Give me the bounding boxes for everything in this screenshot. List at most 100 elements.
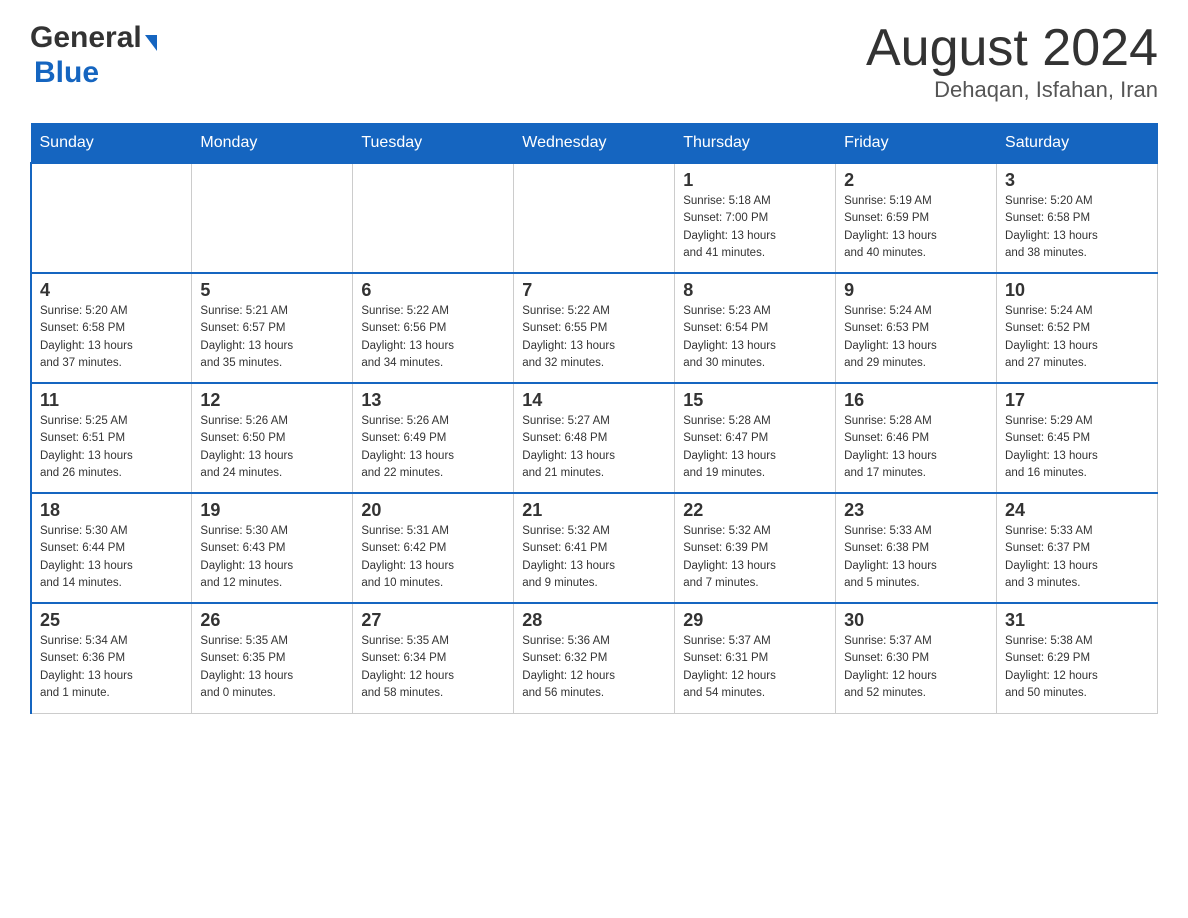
day-number: 26 [200, 610, 344, 631]
calendar-header-thursday: Thursday [675, 124, 836, 164]
day-number: 6 [361, 280, 505, 301]
day-info: Sunrise: 5:22 AMSunset: 6:56 PMDaylight:… [361, 303, 505, 372]
day-info: Sunrise: 5:36 AMSunset: 6:32 PMDaylight:… [522, 633, 666, 702]
logo-area: General Blue [30, 20, 157, 90]
calendar-header-friday: Friday [836, 124, 997, 164]
calendar-cell: 18Sunrise: 5:30 AMSunset: 6:44 PMDayligh… [31, 493, 192, 603]
calendar-cell: 10Sunrise: 5:24 AMSunset: 6:52 PMDayligh… [997, 273, 1158, 383]
calendar-cell: 16Sunrise: 5:28 AMSunset: 6:46 PMDayligh… [836, 383, 997, 493]
calendar-header-saturday: Saturday [997, 124, 1158, 164]
day-info: Sunrise: 5:30 AMSunset: 6:44 PMDaylight:… [40, 523, 183, 592]
calendar-cell: 11Sunrise: 5:25 AMSunset: 6:51 PMDayligh… [31, 383, 192, 493]
calendar-cell: 24Sunrise: 5:33 AMSunset: 6:37 PMDayligh… [997, 493, 1158, 603]
day-number: 13 [361, 390, 505, 411]
day-info: Sunrise: 5:19 AMSunset: 6:59 PMDaylight:… [844, 193, 988, 262]
day-info: Sunrise: 5:18 AMSunset: 7:00 PMDaylight:… [683, 193, 827, 262]
day-info: Sunrise: 5:23 AMSunset: 6:54 PMDaylight:… [683, 303, 827, 372]
calendar-cell: 2Sunrise: 5:19 AMSunset: 6:59 PMDaylight… [836, 163, 997, 273]
day-info: Sunrise: 5:26 AMSunset: 6:49 PMDaylight:… [361, 413, 505, 482]
day-number: 9 [844, 280, 988, 301]
day-number: 20 [361, 500, 505, 521]
month-title: August 2024 [866, 20, 1158, 77]
calendar-cell: 26Sunrise: 5:35 AMSunset: 6:35 PMDayligh… [192, 603, 353, 713]
day-info: Sunrise: 5:29 AMSunset: 6:45 PMDaylight:… [1005, 413, 1149, 482]
day-info: Sunrise: 5:35 AMSunset: 6:35 PMDaylight:… [200, 633, 344, 702]
day-info: Sunrise: 5:24 AMSunset: 6:52 PMDaylight:… [1005, 303, 1149, 372]
day-number: 11 [40, 390, 183, 411]
day-number: 28 [522, 610, 666, 631]
day-number: 10 [1005, 280, 1149, 301]
calendar-header-tuesday: Tuesday [353, 124, 514, 164]
day-info: Sunrise: 5:31 AMSunset: 6:42 PMDaylight:… [361, 523, 505, 592]
week-row-2: 4Sunrise: 5:20 AMSunset: 6:58 PMDaylight… [31, 273, 1158, 383]
calendar-cell: 1Sunrise: 5:18 AMSunset: 7:00 PMDaylight… [675, 163, 836, 273]
day-info: Sunrise: 5:21 AMSunset: 6:57 PMDaylight:… [200, 303, 344, 372]
day-number: 1 [683, 170, 827, 191]
day-info: Sunrise: 5:20 AMSunset: 6:58 PMDaylight:… [40, 303, 183, 372]
logo-general-text: General [30, 21, 142, 54]
day-number: 14 [522, 390, 666, 411]
calendar-cell [192, 163, 353, 273]
calendar-header-row: SundayMondayTuesdayWednesdayThursdayFrid… [31, 124, 1158, 164]
day-info: Sunrise: 5:28 AMSunset: 6:47 PMDaylight:… [683, 413, 827, 482]
logo: General [30, 20, 157, 56]
day-number: 23 [844, 500, 988, 521]
logo-triangle-icon [145, 35, 157, 51]
calendar-cell: 5Sunrise: 5:21 AMSunset: 6:57 PMDaylight… [192, 273, 353, 383]
day-info: Sunrise: 5:25 AMSunset: 6:51 PMDaylight:… [40, 413, 183, 482]
day-number: 3 [1005, 170, 1149, 191]
calendar-table: SundayMondayTuesdayWednesdayThursdayFrid… [30, 123, 1158, 714]
calendar-header-sunday: Sunday [31, 124, 192, 164]
calendar-cell: 6Sunrise: 5:22 AMSunset: 6:56 PMDaylight… [353, 273, 514, 383]
day-number: 30 [844, 610, 988, 631]
location-title: Dehaqan, Isfahan, Iran [866, 77, 1158, 103]
day-number: 29 [683, 610, 827, 631]
day-number: 21 [522, 500, 666, 521]
day-info: Sunrise: 5:33 AMSunset: 6:38 PMDaylight:… [844, 523, 988, 592]
calendar-cell: 7Sunrise: 5:22 AMSunset: 6:55 PMDaylight… [514, 273, 675, 383]
calendar-header-monday: Monday [192, 124, 353, 164]
day-number: 16 [844, 390, 988, 411]
day-number: 7 [522, 280, 666, 301]
day-number: 12 [200, 390, 344, 411]
calendar-cell [353, 163, 514, 273]
day-info: Sunrise: 5:28 AMSunset: 6:46 PMDaylight:… [844, 413, 988, 482]
day-info: Sunrise: 5:32 AMSunset: 6:41 PMDaylight:… [522, 523, 666, 592]
day-info: Sunrise: 5:35 AMSunset: 6:34 PMDaylight:… [361, 633, 505, 702]
week-row-5: 25Sunrise: 5:34 AMSunset: 6:36 PMDayligh… [31, 603, 1158, 713]
calendar-cell: 8Sunrise: 5:23 AMSunset: 6:54 PMDaylight… [675, 273, 836, 383]
day-number: 2 [844, 170, 988, 191]
day-number: 5 [200, 280, 344, 301]
calendar-cell [514, 163, 675, 273]
calendar-cell: 25Sunrise: 5:34 AMSunset: 6:36 PMDayligh… [31, 603, 192, 713]
calendar-cell: 14Sunrise: 5:27 AMSunset: 6:48 PMDayligh… [514, 383, 675, 493]
day-info: Sunrise: 5:38 AMSunset: 6:29 PMDaylight:… [1005, 633, 1149, 702]
logo-blue-text: Blue [30, 56, 99, 90]
day-number: 19 [200, 500, 344, 521]
calendar-cell [31, 163, 192, 273]
calendar-cell: 12Sunrise: 5:26 AMSunset: 6:50 PMDayligh… [192, 383, 353, 493]
day-info: Sunrise: 5:37 AMSunset: 6:30 PMDaylight:… [844, 633, 988, 702]
day-info: Sunrise: 5:30 AMSunset: 6:43 PMDaylight:… [200, 523, 344, 592]
calendar-cell: 21Sunrise: 5:32 AMSunset: 6:41 PMDayligh… [514, 493, 675, 603]
calendar-cell: 4Sunrise: 5:20 AMSunset: 6:58 PMDaylight… [31, 273, 192, 383]
day-info: Sunrise: 5:24 AMSunset: 6:53 PMDaylight:… [844, 303, 988, 372]
title-area: August 2024 Dehaqan, Isfahan, Iran [866, 20, 1158, 103]
calendar-cell: 27Sunrise: 5:35 AMSunset: 6:34 PMDayligh… [353, 603, 514, 713]
calendar-cell: 15Sunrise: 5:28 AMSunset: 6:47 PMDayligh… [675, 383, 836, 493]
day-info: Sunrise: 5:22 AMSunset: 6:55 PMDaylight:… [522, 303, 666, 372]
day-number: 8 [683, 280, 827, 301]
day-info: Sunrise: 5:27 AMSunset: 6:48 PMDaylight:… [522, 413, 666, 482]
calendar-cell: 19Sunrise: 5:30 AMSunset: 6:43 PMDayligh… [192, 493, 353, 603]
calendar-cell: 22Sunrise: 5:32 AMSunset: 6:39 PMDayligh… [675, 493, 836, 603]
day-info: Sunrise: 5:20 AMSunset: 6:58 PMDaylight:… [1005, 193, 1149, 262]
day-info: Sunrise: 5:32 AMSunset: 6:39 PMDaylight:… [683, 523, 827, 592]
day-number: 24 [1005, 500, 1149, 521]
day-number: 18 [40, 500, 183, 521]
calendar-cell: 23Sunrise: 5:33 AMSunset: 6:38 PMDayligh… [836, 493, 997, 603]
day-number: 15 [683, 390, 827, 411]
calendar-cell: 17Sunrise: 5:29 AMSunset: 6:45 PMDayligh… [997, 383, 1158, 493]
calendar-cell: 28Sunrise: 5:36 AMSunset: 6:32 PMDayligh… [514, 603, 675, 713]
day-number: 22 [683, 500, 827, 521]
week-row-1: 1Sunrise: 5:18 AMSunset: 7:00 PMDaylight… [31, 163, 1158, 273]
